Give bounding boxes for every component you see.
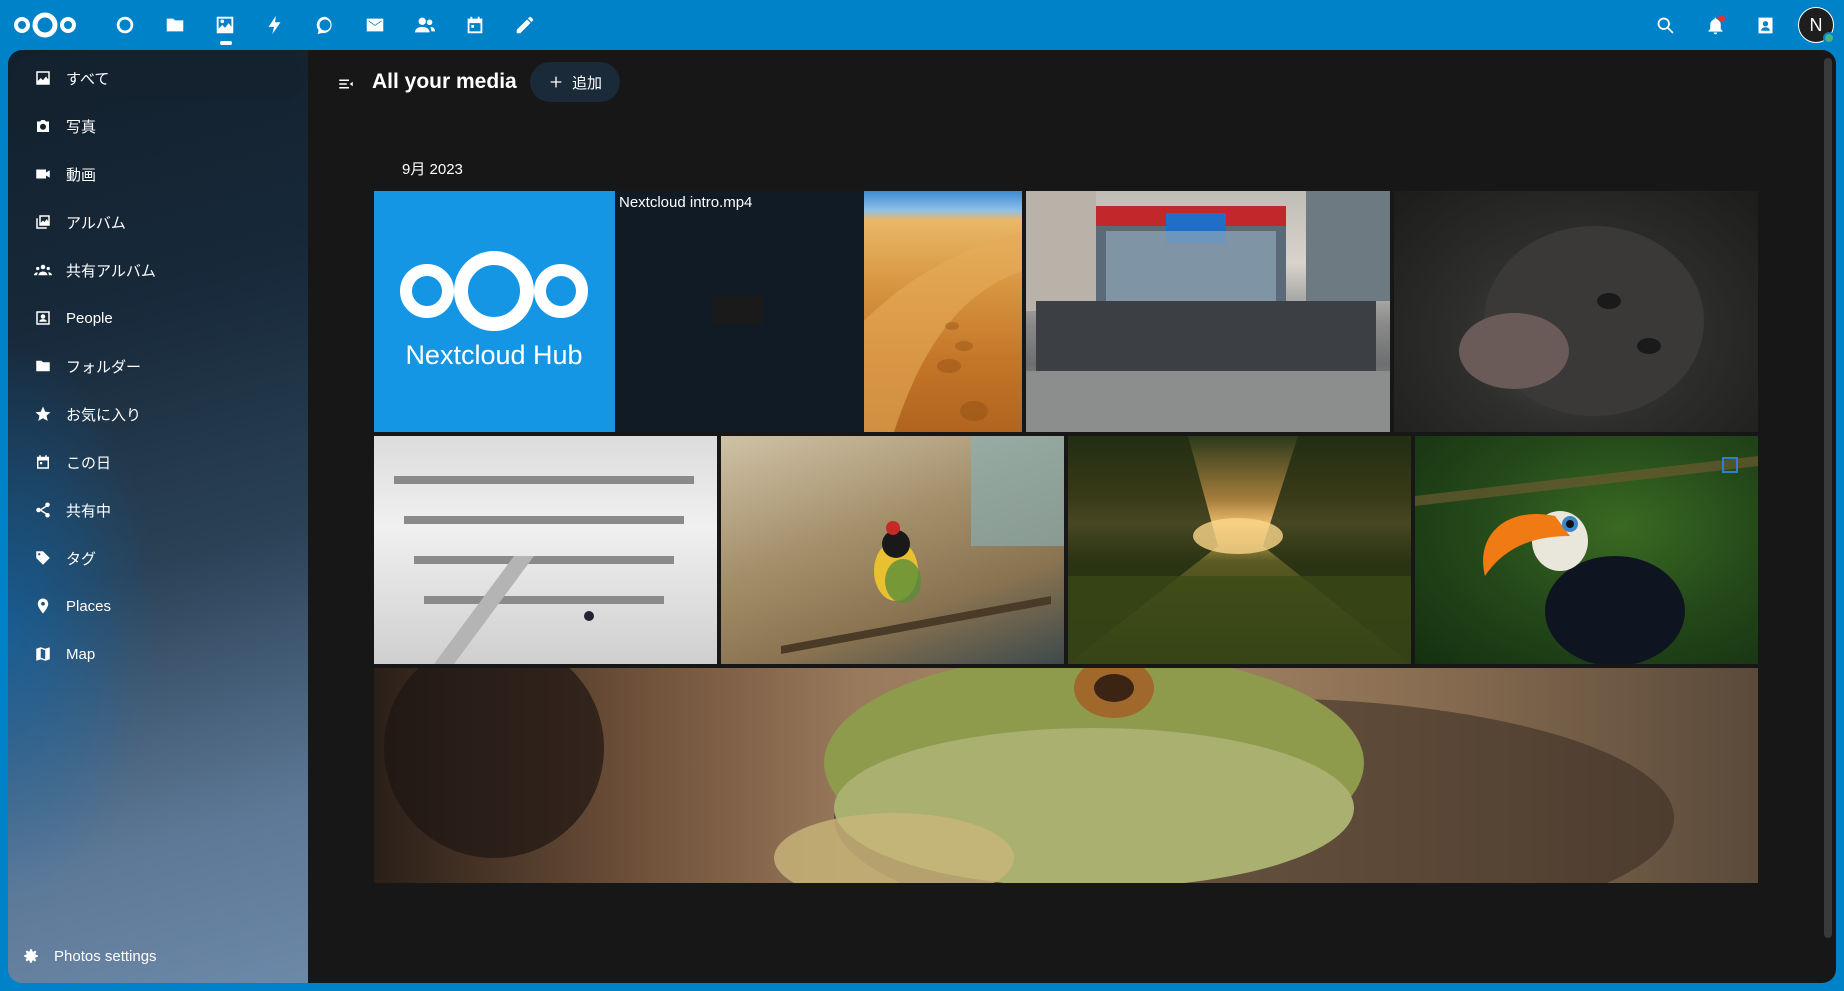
photos-settings-label: Photos settings [54, 947, 157, 965]
calendar-icon [467, 16, 483, 34]
sidebar-item-label: フォルダー [66, 358, 142, 376]
app-calendar[interactable] [450, 0, 500, 50]
sidebar-item-label: お気に入り [66, 406, 142, 424]
avatar[interactable]: N [1798, 7, 1835, 44]
plus-icon [550, 76, 562, 88]
app-navigation [100, 0, 550, 50]
circle-icon [116, 16, 134, 34]
pencil-icon [516, 16, 534, 34]
lightning-icon [268, 15, 281, 35]
page-title: All your media [372, 70, 517, 93]
chat-icon [316, 16, 332, 35]
sidebar-item-label: すべて [66, 70, 110, 88]
sidebar-item-favorites[interactable]: お気に入り [12, 392, 304, 436]
sidebar-item-on-this-day[interactable]: この日 [12, 440, 304, 484]
sidebar-item-people[interactable]: People [12, 296, 304, 340]
app-dashboard[interactable] [100, 0, 150, 50]
video-file-name: Nextcloud intro.mp4 [619, 194, 753, 211]
video-icon [713, 295, 763, 325]
map-icon [36, 647, 50, 661]
sidebar-item-albums[interactable]: アルバム [12, 200, 304, 244]
video-tile[interactable]: Nextcloud intro.mp4 [616, 191, 866, 432]
app-talk[interactable] [300, 0, 350, 50]
online-status-icon [1823, 32, 1835, 44]
sidebar-item-label: 写真 [66, 118, 97, 136]
sidebar-item-label: 共有中 [66, 502, 112, 520]
search-button[interactable] [1640, 0, 1690, 50]
sidebar-item-folders[interactable]: フォルダー [12, 344, 304, 388]
app-files[interactable] [150, 0, 200, 50]
header-right: N [1640, 0, 1844, 50]
sidebar-item-label: People [66, 309, 113, 327]
photo-chimpanzee[interactable] [1394, 191, 1758, 432]
sidebar-item-label: Places [66, 597, 112, 615]
sidebar-item-shared[interactable]: 共有中 [12, 488, 304, 532]
avatar-initial: N [1809, 14, 1823, 35]
portrait-icon [36, 311, 50, 325]
scrollbar-track[interactable] [1824, 58, 1832, 938]
folder-icon [166, 18, 184, 32]
app-activity[interactable] [250, 0, 300, 50]
mail-icon [366, 18, 384, 32]
app-photos[interactable] [200, 0, 250, 50]
photo-finch[interactable] [721, 436, 1064, 664]
photo-nextcloud-hub[interactable]: Nextcloud Hub [374, 191, 615, 432]
sidebar-item-label: タグ [66, 550, 97, 568]
contacts-menu-button[interactable] [1740, 0, 1790, 50]
photo-library[interactable] [374, 436, 717, 664]
photo-frog[interactable] [374, 668, 1758, 883]
add-button[interactable]: 追加 [530, 62, 620, 102]
main-content: All your media 追加 9月 2023 Nextcloud Hub … [308, 50, 1836, 983]
album-icon [36, 215, 50, 229]
sidebar-item-photos[interactable]: 写真 [12, 104, 304, 148]
folder-icon [36, 360, 50, 372]
sidebar-item-label: 動画 [66, 166, 97, 184]
sidebar-item-places[interactable]: Places [12, 584, 304, 628]
contacts-icon [1758, 17, 1772, 33]
month-header: 9月 2023 [402, 161, 463, 178]
photos-settings-button[interactable]: Photos settings [22, 941, 157, 971]
calendar-today-icon [37, 455, 49, 469]
sidebar-item-shared-albums[interactable]: 共有アルバム [12, 248, 304, 292]
top-bar: N [0, 0, 1844, 50]
sidebar-item-label: アルバム [66, 214, 126, 232]
map-marker-icon [37, 598, 49, 614]
image-icon [216, 16, 234, 34]
sidebar-item-label: 共有アルバム [66, 262, 156, 280]
app-mail[interactable] [350, 0, 400, 50]
logo-text: Nextcloud Hub [405, 340, 582, 370]
camera-icon [37, 120, 49, 132]
sidebar-item-map[interactable]: Map [12, 632, 304, 676]
group-icon [34, 264, 52, 276]
star-icon [35, 406, 51, 421]
sidebar-item-videos[interactable]: 動画 [12, 152, 304, 196]
sidebar-item-all[interactable]: すべて [12, 56, 304, 100]
photo-vineyard[interactable] [1068, 436, 1411, 664]
photo-group[interactable] [1026, 191, 1390, 432]
notification-badge [1718, 15, 1725, 22]
sidebar-item-label: この日 [66, 454, 112, 472]
app-notes[interactable] [500, 0, 550, 50]
share-icon [36, 502, 50, 518]
tag-icon [36, 551, 50, 565]
app-contacts[interactable] [400, 0, 450, 50]
sidebar: すべて 写真 動画 アルバム 共有アルバム People フォルダー お気に入り… [8, 50, 308, 983]
notifications-button[interactable] [1690, 0, 1740, 50]
add-button-label: 追加 [571, 73, 602, 92]
people-icon [414, 17, 436, 33]
photo-desert[interactable] [864, 191, 1022, 432]
video-icon [36, 169, 50, 179]
image-icon [36, 71, 50, 85]
sidebar-item-label: Map [66, 645, 96, 663]
gear-icon [24, 949, 38, 963]
photo-toucan[interactable] [1415, 436, 1758, 664]
search-icon [1657, 17, 1674, 34]
nextcloud-logo-icon[interactable] [12, 8, 78, 42]
toggle-navigation-button[interactable] [328, 66, 364, 102]
menu-collapse-icon [339, 79, 353, 89]
sidebar-item-tags[interactable]: タグ [12, 536, 304, 580]
nextcloud-hub-image: Nextcloud Hub [374, 191, 615, 432]
